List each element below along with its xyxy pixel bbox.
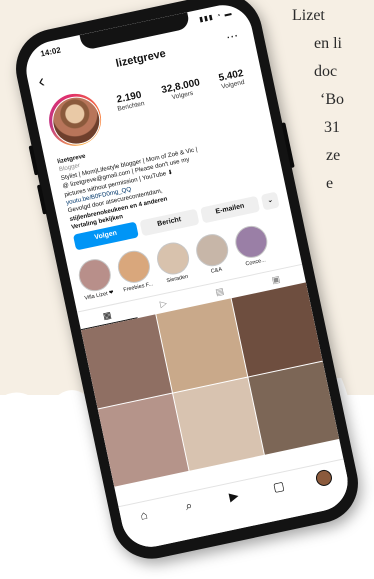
highlight-cover [232, 222, 271, 261]
highlight-label: Villa Lizet ❤ [84, 289, 115, 302]
article-line: Lizet [292, 7, 325, 24]
avatar [47, 92, 105, 150]
post-thumbnail[interactable] [231, 282, 323, 376]
post-thumbnail[interactable] [173, 377, 264, 471]
article-text-fragment: Lizet en li doc ‘Bo 31 ze e [292, 2, 374, 198]
highlight-label: C&A [210, 266, 223, 275]
highlight-label: Sieraden [166, 273, 189, 285]
article-line: ‘Bo [320, 91, 344, 108]
highlight-cover [154, 239, 193, 278]
article-line: doc [314, 63, 338, 80]
article-line: en li [314, 35, 342, 52]
avatar-story-ring[interactable] [44, 89, 106, 151]
post-thumbnail[interactable] [97, 393, 189, 487]
profile-stats: 2.190 Berichten 32,8.000 Volgers 5.402 V… [105, 66, 255, 115]
highlight-label: Freebies F... [122, 281, 154, 294]
highlight-item[interactable]: C&A [192, 231, 234, 277]
highlight-item[interactable]: Conce... [231, 222, 273, 269]
highlight-label: Conce... [245, 257, 267, 268]
highlight-cover [75, 256, 114, 295]
highlight-item[interactable]: Sieraden [153, 239, 195, 285]
posts-count[interactable]: 2.190 Berichten [115, 89, 145, 113]
highlight-cover [114, 247, 153, 286]
post-thumbnail[interactable] [156, 298, 248, 392]
article-line: e [326, 175, 334, 192]
post-thumbnail[interactable] [248, 361, 340, 455]
post-thumbnail[interactable] [80, 314, 172, 408]
highlight-item[interactable]: Freebies F... [114, 247, 156, 294]
followers-count[interactable]: 32,8.000 Volgers [161, 77, 203, 103]
avatar [314, 468, 334, 488]
article-line: 31 [324, 119, 340, 136]
following-count[interactable]: 5.402 Volgend [218, 68, 246, 91]
signal-wifi-battery-icons: ▮▮▮ ◔ ▬ [198, 9, 234, 24]
chevron-down-icon[interactable]: ⌄ [260, 191, 280, 211]
highlight-item[interactable]: Villa Lizet ❤ [75, 256, 117, 302]
more-icon[interactable]: ⋯ [225, 28, 241, 44]
article-line: ze [326, 147, 341, 164]
highlight-cover [193, 231, 232, 270]
status-time: 14:02 [39, 45, 62, 59]
